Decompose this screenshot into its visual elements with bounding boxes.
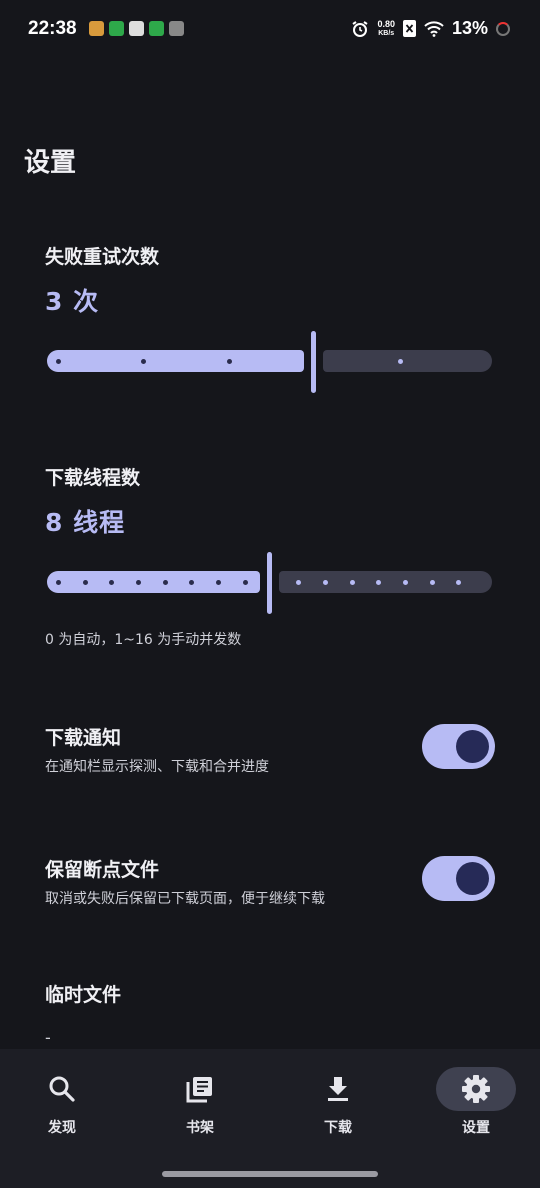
slider-tick [189,580,194,585]
slider-track-active [47,350,304,372]
home-indicator[interactable] [162,1171,378,1177]
slider-tick [323,580,328,585]
temp-files-title: 临时文件 [45,984,122,1006]
slider-tick [296,580,301,585]
retry-value: 3 次 [45,287,100,316]
download-notification-subtitle: 在通知栏显示探测、下载和合并进度 [45,759,269,775]
retry-label: 失败重试次数 [45,246,160,268]
download-notification-title: 下载通知 [45,727,122,749]
nav-label: 下载 [324,1120,352,1136]
library-icon [186,1077,212,1103]
keep-partial-files-title: 保留断点文件 [45,859,160,881]
slider-tick [83,580,88,585]
nav-item-library[interactable]: 书架 [160,1067,240,1147]
battery-icon [496,21,510,36]
app-notification-icon [149,21,164,36]
download-icon [328,1077,348,1101]
nav-label: 设置 [462,1120,490,1136]
threads-label: 下载线程数 [45,467,141,489]
switch-knob [456,862,489,895]
download-notification-switch[interactable] [422,724,495,769]
slider-tick [141,359,146,364]
nav-label: 书架 [186,1120,214,1136]
threads-hint: 0 为自动，1~16 为手动并发数 [45,632,242,648]
app-notification-icon [89,21,104,36]
battery-percent: 13% [451,18,488,38]
slider-tick [398,359,403,364]
status-bar: 22:38 0.80 KB/s 13% [0,0,540,60]
slider-tick [163,580,168,585]
slider-tick [456,580,461,585]
slider-tick [243,580,248,585]
slider-tick [376,580,381,585]
retry-slider[interactable] [47,331,492,393]
nav-item-discover[interactable]: 发现 [22,1067,102,1147]
wifi-icon [424,20,444,37]
slider-tick [56,580,61,585]
system-status: 0.80 KB/s 13% [351,18,510,39]
app-notification-icon [169,21,184,36]
switch-knob [456,730,489,763]
notification-icons [89,21,184,36]
slider-tick [227,359,232,364]
app-notification-icon [109,21,124,36]
nav-item-downloads[interactable]: 下载 [298,1067,378,1147]
slider-track-active [47,571,260,593]
page-title: 设置 [24,148,77,178]
slider-tick [56,359,61,364]
slider-tick [136,580,141,585]
calendar-notification-icon [129,21,144,36]
threads-slider[interactable] [47,552,492,614]
bottom-navigation: 发现 书架 下载 设置 [0,1049,540,1188]
gear-icon [462,1075,490,1103]
nav-label: 发现 [48,1120,76,1136]
slider-thumb[interactable] [311,331,316,393]
keep-partial-files-subtitle: 取消或失败后保留已下载页面，便于继续下载 [45,891,325,907]
slider-tick [430,580,435,585]
net-speed: 0.80 KB/s [377,18,395,37]
slider-tick [109,580,114,585]
search-icon [49,1076,75,1102]
slider-tick [216,580,221,585]
nav-icon-wrap [436,1067,516,1111]
clock: 22:38 [28,18,77,39]
slider-tick [350,580,355,585]
alarm-icon [352,20,368,37]
slider-track-inactive [323,350,492,372]
temp-files-value: - [45,1028,51,1047]
keep-partial-files-switch[interactable] [422,856,495,901]
no-sim-icon [402,20,416,37]
nav-item-settings[interactable]: 设置 [436,1067,516,1147]
slider-tick [403,580,408,585]
nav-icon-wrap [298,1067,378,1111]
nav-icon-wrap [160,1067,240,1111]
threads-value: 8 线程 [45,508,126,537]
slider-thumb[interactable] [267,552,272,614]
nav-icon-wrap [22,1067,102,1111]
